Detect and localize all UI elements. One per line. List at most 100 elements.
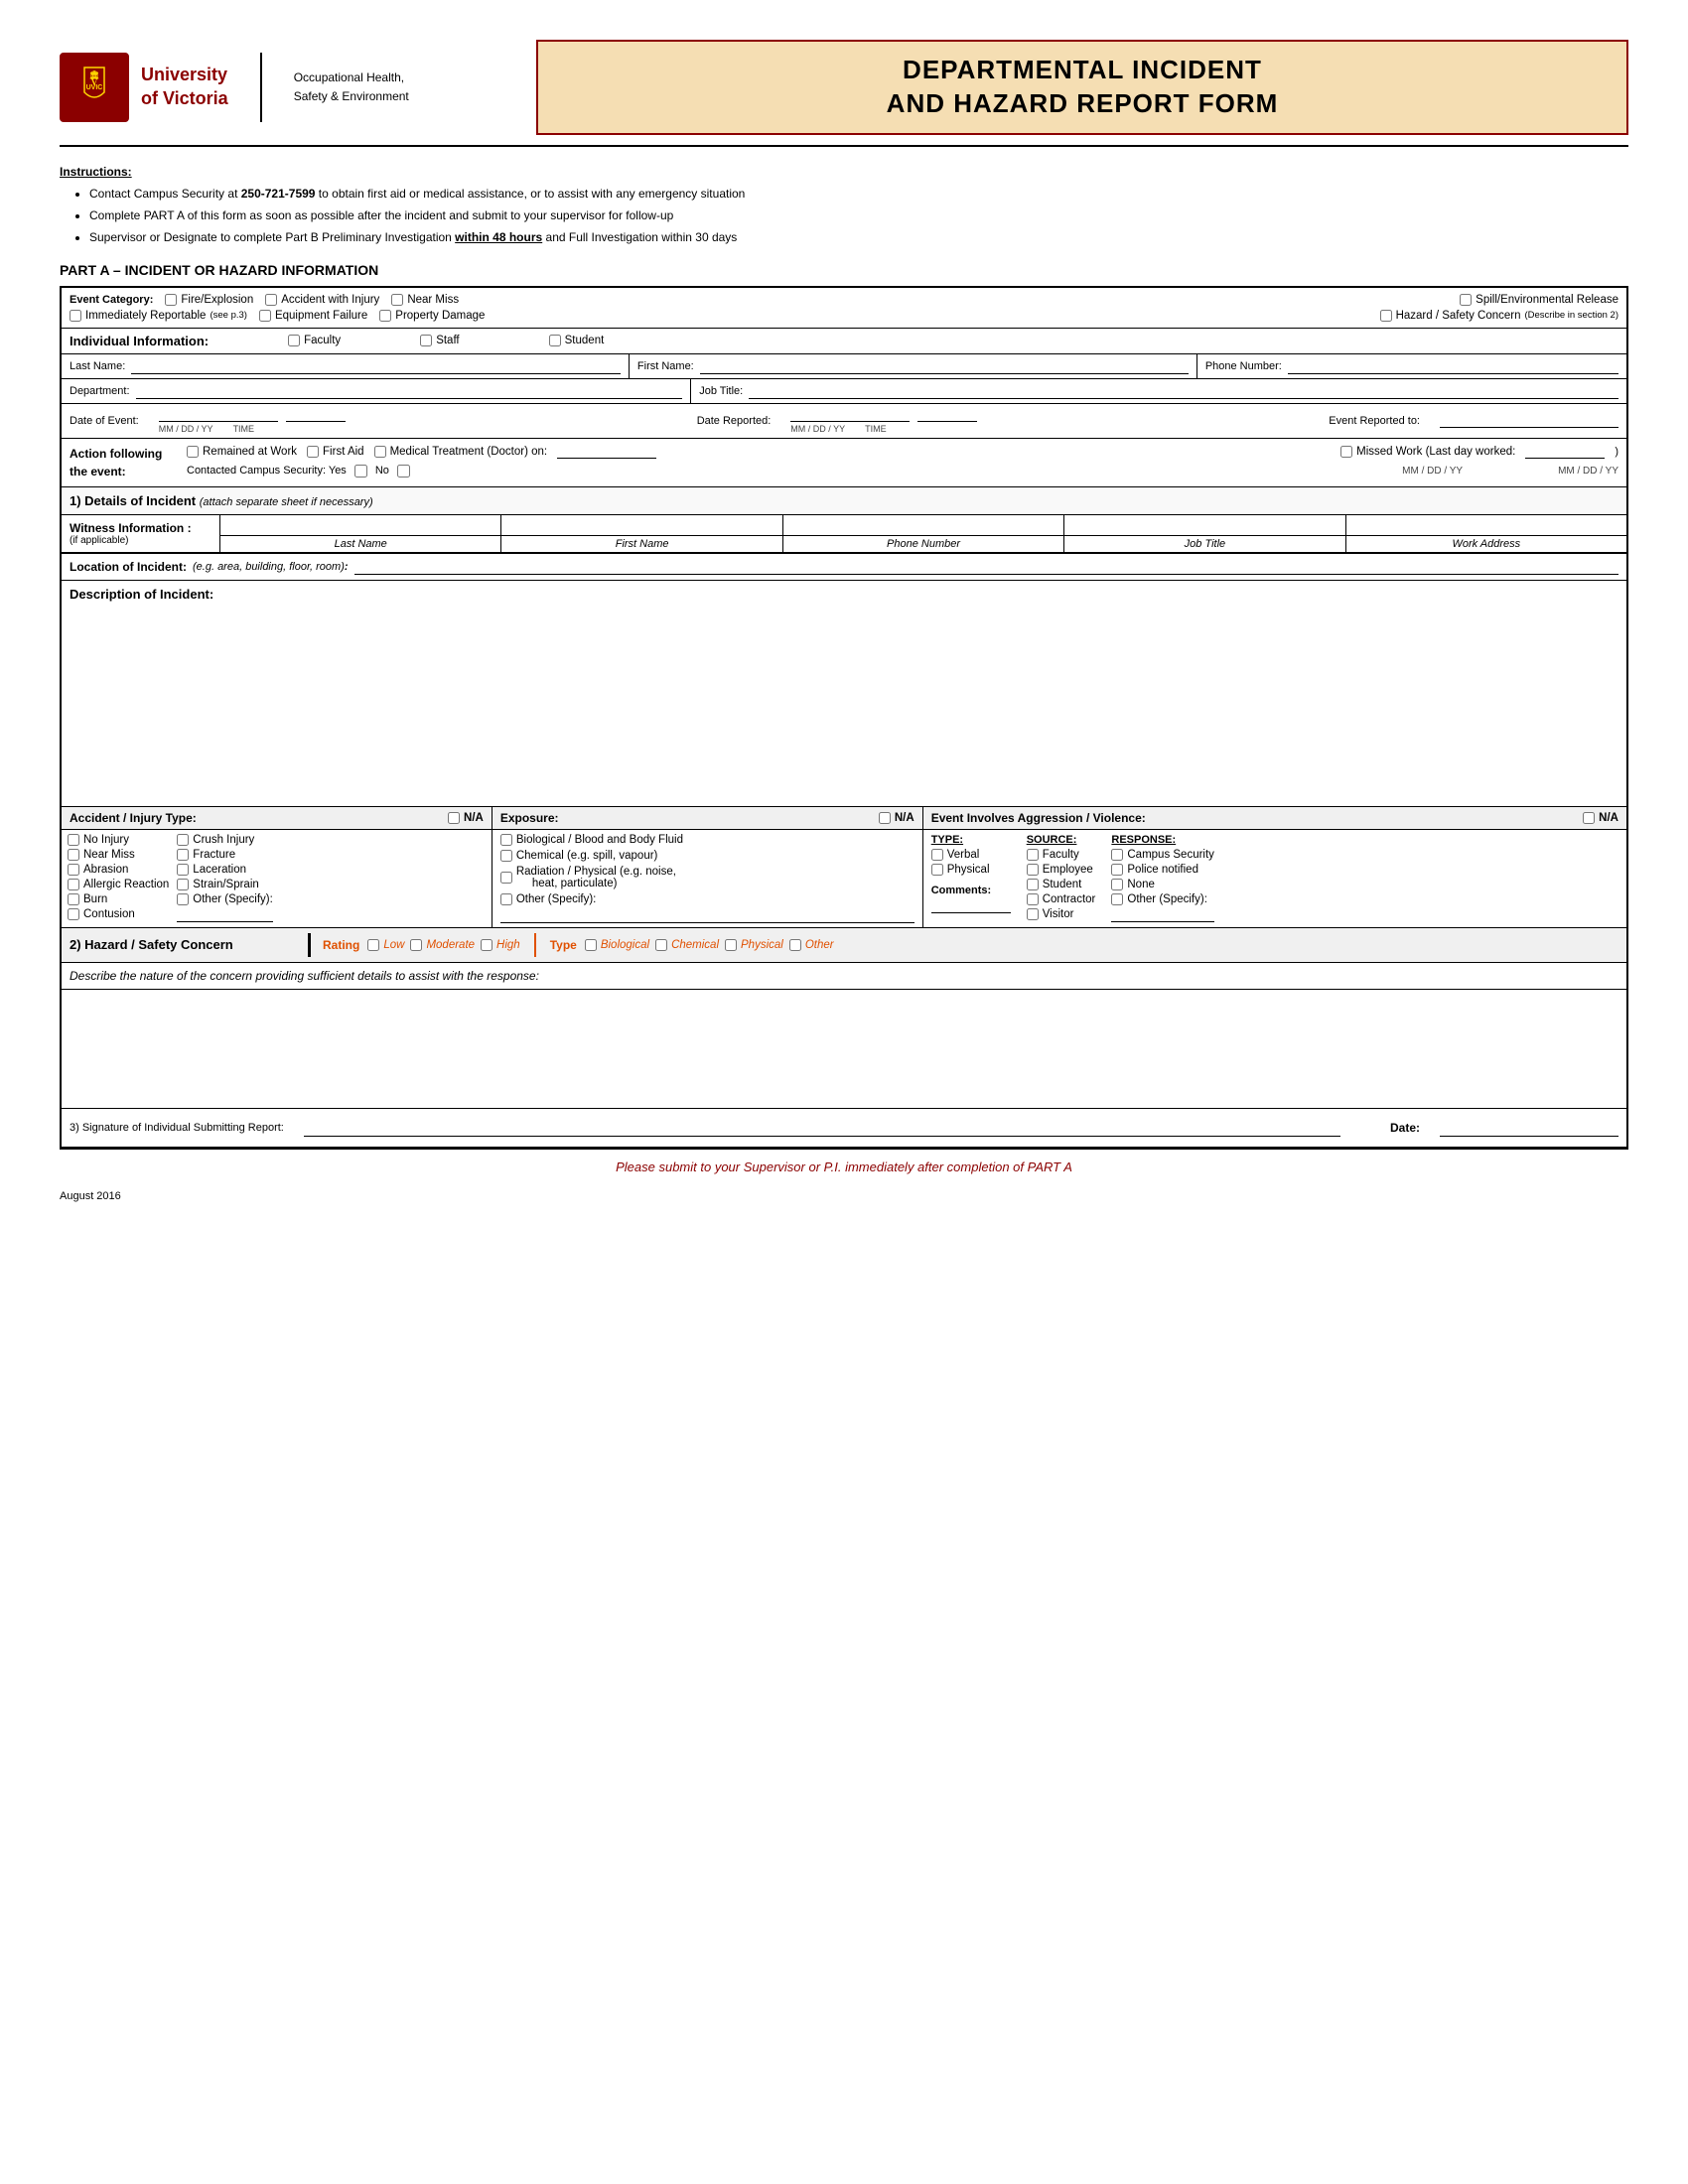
chemical-type-cb[interactable] <box>655 939 667 951</box>
near-miss-checkbox[interactable] <box>391 294 403 306</box>
immediately-reportable-checkbox[interactable] <box>70 310 81 322</box>
bio-type-cb[interactable] <box>585 939 597 951</box>
fire-explosion-option[interactable]: Fire/Explosion <box>165 294 253 306</box>
medical-treatment-checkbox[interactable] <box>374 446 386 458</box>
missed-work-option[interactable]: Missed Work (Last day worked: <box>1340 446 1515 458</box>
remained-at-work-option[interactable]: Remained at Work <box>187 446 297 458</box>
abrasion-option[interactable]: Abrasion <box>68 864 169 876</box>
comments-field[interactable] <box>931 899 1011 913</box>
allergic-option[interactable]: Allergic Reaction <box>68 879 169 890</box>
source-faculty-option[interactable]: Faculty <box>1027 849 1096 861</box>
low-cb[interactable] <box>367 939 379 951</box>
biological-option[interactable]: Biological / Blood and Body Fluid <box>500 834 914 846</box>
crush-option[interactable]: Crush Injury <box>177 834 273 846</box>
moderate-cb[interactable] <box>410 939 422 951</box>
source-student-cb[interactable] <box>1027 879 1039 890</box>
accident-injury-option[interactable]: Accident with Injury <box>265 294 379 306</box>
burn-option[interactable]: Burn <box>68 893 169 905</box>
other-injury-cb[interactable] <box>177 893 189 905</box>
chemical-option[interactable]: Chemical (e.g. spill, vapour) <box>500 850 914 862</box>
faculty-checkbox[interactable] <box>288 335 300 346</box>
physical-type-cb[interactable] <box>725 939 737 951</box>
signature-field[interactable] <box>304 1119 1340 1137</box>
property-damage-option[interactable]: Property Damage <box>379 310 485 322</box>
radiation-cb[interactable] <box>500 872 512 884</box>
faculty-option[interactable]: Faculty <box>288 335 341 346</box>
contacted-yes-checkbox[interactable] <box>354 465 367 478</box>
medical-treatment-date[interactable] <box>557 445 656 459</box>
near-miss-inj-option[interactable]: Near Miss <box>68 849 169 861</box>
high-cb[interactable] <box>481 939 492 951</box>
property-damage-checkbox[interactable] <box>379 310 391 322</box>
staff-checkbox[interactable] <box>420 335 432 346</box>
other-response-option[interactable]: Other (Specify): <box>1111 893 1214 905</box>
date-reported-field[interactable] <box>790 408 910 422</box>
hazard-area[interactable] <box>62 990 1626 1109</box>
contusion-option[interactable]: Contusion <box>68 908 169 920</box>
verbal-cb[interactable] <box>931 849 943 861</box>
source-visitor-cb[interactable] <box>1027 908 1039 920</box>
event-reported-field[interactable] <box>1440 414 1618 428</box>
physical-cb[interactable] <box>931 864 943 876</box>
physical-option[interactable]: Physical <box>931 864 1011 876</box>
near-miss-option[interactable]: Near Miss <box>391 294 459 306</box>
staff-option[interactable]: Staff <box>420 335 459 346</box>
other-injury-field[interactable] <box>177 908 273 922</box>
immediately-reportable-option[interactable]: Immediately Reportable (see p.3) <box>70 310 247 322</box>
campus-security-cb[interactable] <box>1111 849 1123 861</box>
laceration-cb[interactable] <box>177 864 189 876</box>
accident-na-checkbox[interactable] <box>448 812 460 824</box>
exposure-na-option[interactable]: N/A <box>879 812 914 824</box>
hazard-safety-concern-checkbox[interactable] <box>1380 310 1392 322</box>
verbal-option[interactable]: Verbal <box>931 849 1011 861</box>
job-title-field[interactable] <box>749 383 1618 399</box>
strain-cb[interactable] <box>177 879 189 890</box>
exposure-na-checkbox[interactable] <box>879 812 891 824</box>
spill-environmental-option[interactable]: Spill/Environmental Release <box>1460 294 1618 306</box>
dept-field[interactable] <box>136 383 683 399</box>
aggression-na-checkbox[interactable] <box>1583 812 1595 824</box>
strain-option[interactable]: Strain/Sprain <box>177 879 273 890</box>
low-option[interactable]: Low <box>367 939 404 951</box>
abrasion-cb[interactable] <box>68 864 79 876</box>
other-response-cb[interactable] <box>1111 893 1123 905</box>
time-reported-field[interactable] <box>917 408 977 422</box>
equipment-failure-checkbox[interactable] <box>259 310 271 322</box>
missed-work-date[interactable] <box>1525 445 1605 459</box>
equipment-failure-option[interactable]: Equipment Failure <box>259 310 367 322</box>
hazard-safety-concern-option[interactable]: Hazard / Safety Concern (Describe in sec… <box>1380 310 1618 322</box>
other-type-cb[interactable] <box>789 939 801 951</box>
remained-at-work-checkbox[interactable] <box>187 446 199 458</box>
moderate-option[interactable]: Moderate <box>410 939 475 951</box>
medical-treatment-option[interactable]: Medical Treatment (Doctor) on: <box>374 446 548 458</box>
no-injury-cb[interactable] <box>68 834 79 846</box>
other-exposure-option[interactable]: Other (Specify): <box>500 893 914 905</box>
physical-type-option[interactable]: Physical <box>725 939 783 951</box>
contacted-no-checkbox[interactable] <box>397 465 410 478</box>
other-exposure-field[interactable] <box>500 909 914 923</box>
none-cb[interactable] <box>1111 879 1123 890</box>
phone-field[interactable] <box>1288 358 1618 374</box>
none-option[interactable]: None <box>1111 879 1214 890</box>
biological-cb[interactable] <box>500 834 512 846</box>
allergic-cb[interactable] <box>68 879 79 890</box>
laceration-option[interactable]: Laceration <box>177 864 273 876</box>
date-sig-field[interactable] <box>1440 1119 1618 1137</box>
crush-cb[interactable] <box>177 834 189 846</box>
campus-security-option[interactable]: Campus Security <box>1111 849 1214 861</box>
first-aid-option[interactable]: First Aid <box>307 446 364 458</box>
source-contractor-cb[interactable] <box>1027 893 1039 905</box>
time-event-field[interactable] <box>286 408 346 422</box>
spill-environmental-checkbox[interactable] <box>1460 294 1472 306</box>
source-employee-option[interactable]: Employee <box>1027 864 1096 876</box>
student-checkbox[interactable] <box>549 335 561 346</box>
burn-cb[interactable] <box>68 893 79 905</box>
description-area[interactable] <box>62 608 1626 806</box>
accident-injury-checkbox[interactable] <box>265 294 277 306</box>
contusion-cb[interactable] <box>68 908 79 920</box>
radiation-option[interactable]: Radiation / Physical (e.g. noise, heat, … <box>500 866 914 889</box>
student-option[interactable]: Student <box>549 335 605 346</box>
source-visitor-option[interactable]: Visitor <box>1027 908 1096 920</box>
first-aid-checkbox[interactable] <box>307 446 319 458</box>
date-event-field[interactable] <box>159 408 278 422</box>
